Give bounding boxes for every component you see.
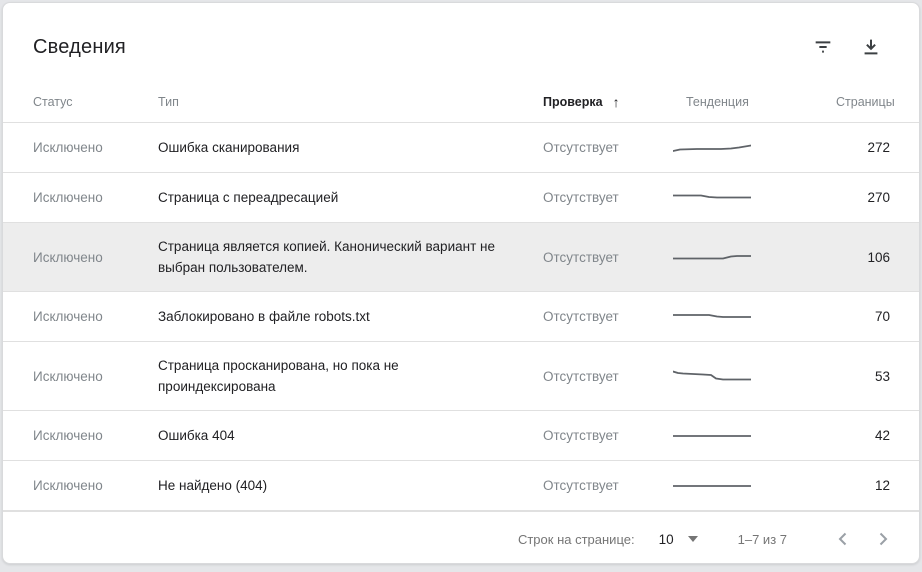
column-header-label: Тип bbox=[158, 94, 179, 109]
trend-sparkline bbox=[673, 141, 836, 155]
filter-button[interactable] bbox=[803, 27, 843, 67]
column-header-label: Статус bbox=[33, 94, 73, 109]
validation-cell: Отсутствует bbox=[543, 428, 619, 443]
validation-cell: Отсутствует bbox=[543, 190, 619, 205]
type-cell: Ошибка сканирования bbox=[158, 140, 300, 155]
type-cell: Ошибка 404 bbox=[158, 428, 235, 443]
trend-sparkline bbox=[673, 369, 836, 383]
trend-sparkline bbox=[673, 250, 836, 264]
status-cell: Исключено bbox=[33, 368, 103, 384]
chevron-right-icon bbox=[871, 527, 895, 551]
table-row[interactable]: Исключено Не найдено (404) Отсутствует 12 bbox=[3, 461, 919, 511]
page-title: Сведения bbox=[33, 35, 126, 58]
rows-per-page-value: 10 bbox=[658, 531, 674, 547]
pages-count-cell: 12 bbox=[874, 478, 890, 493]
page-range-label: 1–7 из 7 bbox=[737, 531, 787, 547]
download-icon bbox=[860, 36, 882, 58]
table-row[interactable]: Исключено Заблокировано в файле robots.tx… bbox=[3, 292, 919, 342]
type-cell: Страница с переадресацией bbox=[158, 190, 339, 205]
table-row[interactable]: Исключено Страница просканирована, но пок… bbox=[3, 342, 919, 411]
dropdown-caret-icon bbox=[687, 536, 698, 542]
download-button[interactable] bbox=[851, 27, 891, 67]
column-header-trend: Тенденция bbox=[686, 95, 836, 109]
table-row[interactable]: Исключено Страница является копией. Канон… bbox=[3, 223, 919, 292]
column-header-type[interactable]: Тип bbox=[158, 95, 543, 109]
status-cell: Исключено bbox=[33, 428, 103, 443]
validation-cell: Отсутствует bbox=[543, 249, 619, 265]
chevron-left-icon bbox=[831, 527, 855, 551]
table-row[interactable]: Исключено Ошибка 404 Отсутствует 42 bbox=[3, 411, 919, 461]
trend-sparkline bbox=[673, 479, 836, 493]
type-cell: Страница является копией. Канонический в… bbox=[158, 239, 495, 275]
pages-count-cell: 270 bbox=[867, 190, 890, 205]
type-cell: Заблокировано в файле robots.txt bbox=[158, 309, 370, 324]
validation-cell: Отсутствует bbox=[543, 368, 619, 384]
status-cell: Исключено bbox=[33, 190, 103, 205]
previous-page-button[interactable] bbox=[823, 519, 863, 559]
status-cell: Исключено bbox=[33, 309, 103, 324]
details-card: Сведения Статус Тип Проверка ↑ Тенденция… bbox=[2, 2, 920, 564]
validation-cell: Отсутствует bbox=[543, 478, 619, 493]
type-cell: Не найдено (404) bbox=[158, 478, 268, 493]
pagination-bar: Строк на странице: 10 1–7 из 7 bbox=[3, 511, 919, 563]
next-page-button[interactable] bbox=[863, 519, 903, 559]
titlebar-actions bbox=[803, 27, 895, 67]
table-header-row: Статус Тип Проверка ↑ Тенденция Страницы bbox=[3, 81, 919, 123]
trend-sparkline bbox=[673, 429, 836, 443]
pages-count-cell: 272 bbox=[867, 140, 890, 155]
column-header-label: Проверка bbox=[543, 94, 603, 109]
table-row[interactable]: Исключено Страница с переадресацией Отсутс… bbox=[3, 173, 919, 223]
rows-per-page-select[interactable]: 10 bbox=[659, 532, 698, 547]
type-cell: Страница просканирована, но пока не прои… bbox=[158, 358, 399, 394]
table-body: Исключено Ошибка сканирования Отсутствует 2… bbox=[3, 123, 919, 511]
column-header-label: Тенденция bbox=[686, 94, 749, 109]
column-header-label: Страницы bbox=[836, 94, 895, 109]
validation-cell: Отсутствует bbox=[543, 140, 619, 155]
column-header-pages[interactable]: Страницы bbox=[836, 95, 895, 109]
title-bar: Сведения bbox=[3, 3, 919, 81]
pages-count-cell: 53 bbox=[874, 368, 890, 384]
table-row[interactable]: Исключено Ошибка сканирования Отсутствует 2… bbox=[3, 123, 919, 173]
rows-per-page-label: Строк на странице: bbox=[517, 531, 635, 547]
pages-count-cell: 42 bbox=[874, 428, 890, 443]
status-cell: Исключено bbox=[33, 249, 103, 265]
trend-sparkline bbox=[673, 310, 836, 324]
pages-count-cell: 70 bbox=[874, 309, 890, 324]
column-header-validation[interactable]: Проверка ↑ bbox=[543, 94, 686, 110]
validation-cell: Отсутствует bbox=[543, 309, 619, 324]
status-cell: Исключено bbox=[33, 478, 103, 493]
pages-count-cell: 106 bbox=[867, 249, 890, 265]
trend-sparkline bbox=[673, 191, 836, 205]
column-header-status[interactable]: Статус bbox=[33, 95, 158, 109]
sort-arrow-up-icon: ↑ bbox=[612, 93, 620, 110]
filter-list-icon bbox=[812, 36, 834, 58]
status-cell: Исключено bbox=[33, 140, 103, 155]
